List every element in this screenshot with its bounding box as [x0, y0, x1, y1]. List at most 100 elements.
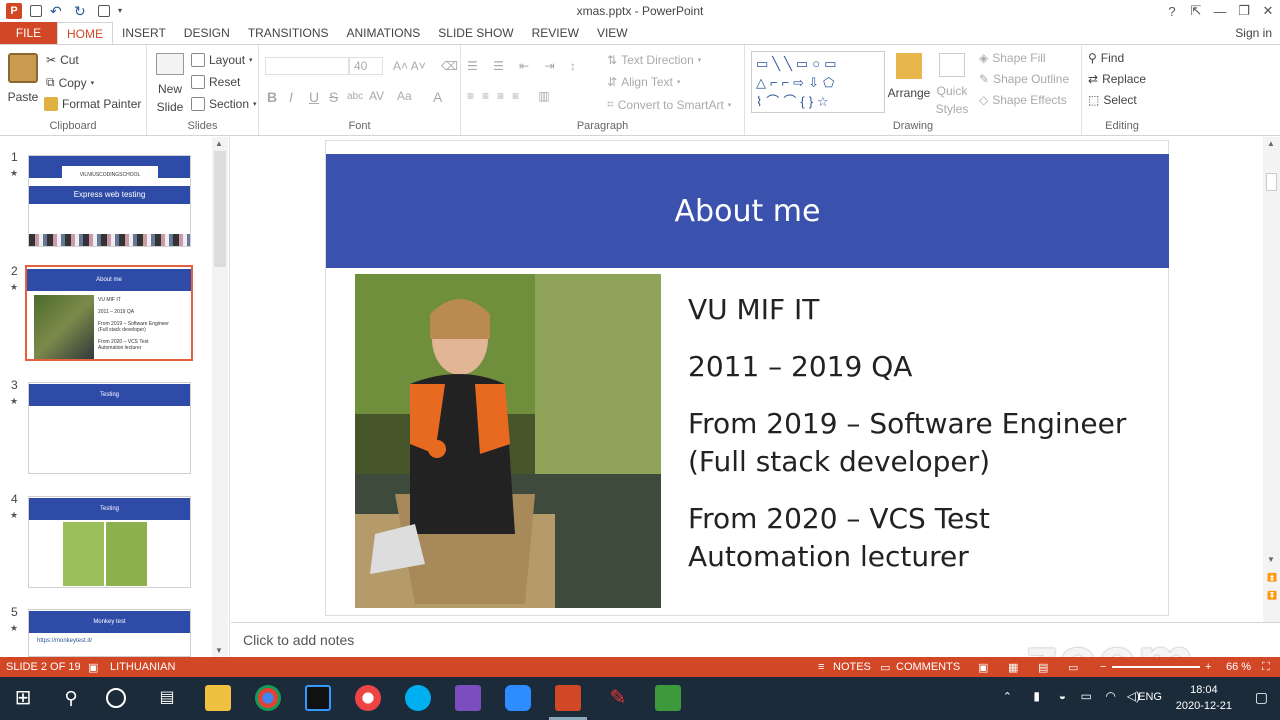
slide-scrollbar[interactable]: ▲ ▼ ⏫ ⏬ [1263, 137, 1280, 622]
battery-icon[interactable]: ▭ [1081, 689, 1092, 703]
tab-animations[interactable]: ANIMATIONS [337, 22, 429, 44]
task-view-icon[interactable]: ▤ [154, 685, 180, 711]
clock[interactable]: 18:04 2020-12-21 [1176, 682, 1232, 714]
redo-icon[interactable]: ↻ [74, 3, 90, 19]
tray-usb-icon[interactable]: ◒ [1059, 689, 1066, 703]
notes-icon[interactable]: ≡ [818, 661, 824, 673]
minimize-icon[interactable]: — [1208, 4, 1232, 19]
shape-outline-button[interactable]: ✎ Shape Outline [979, 72, 1069, 86]
align-buttons[interactable]: ≡≡≡≡ ▥ [467, 89, 558, 103]
close-icon[interactable]: ✕ [1256, 3, 1280, 19]
slide-thumb-4[interactable]: Testing [28, 496, 191, 588]
undo-icon[interactable]: ↶ [50, 3, 66, 19]
clear-format-icon[interactable]: ⌫ [441, 59, 458, 73]
zoom-in-icon[interactable]: + [1205, 661, 1211, 673]
wifi-icon[interactable]: ◠ [1106, 689, 1116, 703]
input-language[interactable]: ENG [1138, 691, 1162, 703]
cut-button[interactable]: ✂ Cut [46, 53, 79, 67]
slideshow-view-icon[interactable]: ▭ [1068, 661, 1078, 674]
slide-sorter-icon[interactable]: ▦ [1008, 661, 1018, 674]
grow-font-icon[interactable]: A˄ A˅ [393, 59, 426, 73]
normal-view-icon[interactable]: ▣ [978, 661, 988, 674]
tab-design[interactable]: DESIGN [175, 22, 239, 44]
powerpoint-taskbar-icon[interactable] [555, 685, 581, 711]
slide-thumb-5[interactable]: Monkey test https://monkeytest.it/ [28, 609, 191, 657]
shape-effects-button[interactable]: ◇ Shape Effects [979, 93, 1067, 107]
shape-fill-button[interactable]: ◈ Shape Fill [979, 51, 1046, 65]
scroll-thumb[interactable] [1266, 173, 1277, 191]
notifications-icon[interactable]: ▢ [1255, 689, 1268, 706]
zoom-level[interactable]: 66 % [1226, 661, 1251, 673]
help-icon[interactable]: ? [1160, 4, 1184, 19]
previous-slide-icon[interactable]: ⏫ [1267, 573, 1277, 582]
scroll-up-icon[interactable]: ▲ [215, 139, 223, 148]
file-explorer-icon[interactable] [205, 685, 231, 711]
language-indicator[interactable]: LITHUANIAN [110, 661, 175, 673]
slide-title[interactable]: About me [326, 154, 1169, 268]
comments-button[interactable]: COMMENTS [896, 661, 960, 673]
zoom-slider[interactable] [1112, 666, 1200, 668]
cortana-icon[interactable] [106, 688, 126, 708]
current-slide[interactable]: About me VU MIF IT 2011 – 2019 QA From 2… [325, 140, 1169, 616]
text-direction-button[interactable]: ⇅ Text Direction ▾ [607, 53, 701, 67]
visual-studio-icon[interactable] [455, 685, 481, 711]
next-slide-icon[interactable]: ⏬ [1267, 591, 1277, 600]
select-button[interactable]: ⬚ Select [1088, 93, 1137, 107]
zoom-out-icon[interactable]: − [1100, 661, 1106, 673]
list-buttons[interactable]: ☰ ☰ ⇤ ⇥ ↕ [467, 59, 582, 73]
char-spacing-button[interactable]: AV [369, 89, 384, 103]
restore-icon[interactable]: ❐ [1232, 3, 1256, 19]
format-painter-button[interactable]: Format Painter [44, 97, 141, 111]
pen-app-icon[interactable]: ✎ [605, 685, 631, 711]
replace-button[interactable]: ⇄ Replace [1088, 72, 1146, 86]
shapes-gallery[interactable]: ▭╲╲▭○▭ △⌐⌐⇨⇩⬠ ⌇⌒⌒{}☆ [751, 51, 885, 113]
font-color-button[interactable]: A [433, 89, 442, 105]
thumbnails-scrollbar[interactable]: ▲ ▼ [212, 137, 228, 657]
arrange-button[interactable]: Arrange [888, 53, 930, 100]
skype-icon[interactable] [405, 685, 431, 711]
intellij-icon[interactable] [305, 685, 331, 711]
new-slide-button[interactable]: New Slide [151, 53, 189, 114]
scroll-thumb[interactable] [214, 151, 226, 267]
slide-body-text[interactable]: VU MIF IT 2011 – 2019 QA From 2019 – Sof… [688, 291, 1158, 595]
scroll-down-icon[interactable]: ▼ [1267, 555, 1275, 564]
underline-button[interactable]: U [309, 89, 319, 105]
change-case-button[interactable]: Aa [397, 89, 412, 103]
comments-icon[interactable]: ▭ [880, 661, 890, 674]
font-size-box[interactable]: 40 [349, 57, 383, 75]
copy-button[interactable]: ⧉ Copy ▾ [46, 75, 94, 90]
tab-transitions[interactable]: TRANSITIONS [239, 22, 338, 44]
smartart-button[interactable]: ⌗ Convert to SmartArt ▾ [607, 97, 731, 112]
notes-button[interactable]: NOTES [833, 661, 871, 673]
quick-styles-button[interactable]: Quick Styles [933, 53, 971, 116]
spellcheck-icon[interactable]: ▣ [88, 661, 98, 674]
tray-chevron-icon[interactable]: ⌃ [1003, 690, 1012, 703]
spreadsheet-app-icon[interactable] [655, 685, 681, 711]
reading-view-icon[interactable]: ▤ [1038, 661, 1048, 674]
strikethrough-button[interactable]: S [329, 89, 338, 105]
save-icon[interactable] [30, 5, 42, 17]
slide-thumb-2[interactable]: About me VU MIF IT 2011 – 2019 QA From 2… [25, 265, 193, 361]
tab-review[interactable]: REVIEW [523, 22, 588, 44]
align-text-button[interactable]: ⇵ Align Text ▾ [607, 75, 680, 89]
font-name-box[interactable] [265, 57, 349, 75]
scroll-up-icon[interactable]: ▲ [1267, 139, 1275, 148]
find-button[interactable]: ⚲ Find [1088, 51, 1124, 65]
tab-view[interactable]: VIEW [588, 22, 637, 44]
start-from-beginning-icon[interactable] [98, 5, 110, 17]
tab-file[interactable]: FILE [0, 22, 57, 44]
chrome-icon[interactable] [255, 685, 281, 711]
windows-start-icon[interactable]: ⊞ [10, 685, 36, 711]
customize-qat-icon[interactable]: ▾ [118, 3, 134, 19]
itunes-icon[interactable] [355, 685, 381, 711]
tab-home[interactable]: HOME [57, 22, 113, 44]
fit-to-window-icon[interactable]: ⛶ [1262, 661, 1270, 674]
section-button[interactable]: Section ▾ [191, 97, 257, 111]
slide-photo[interactable] [355, 274, 661, 608]
layout-button[interactable]: Layout ▾ [191, 53, 253, 67]
search-icon[interactable]: ⚲ [58, 685, 84, 711]
scroll-down-icon[interactable]: ▼ [215, 646, 223, 655]
shadow-button[interactable]: abc [347, 91, 363, 102]
slide-thumb-3[interactable]: Testing [28, 382, 191, 474]
tray-device-icon[interactable]: ▮ [1033, 689, 1040, 703]
